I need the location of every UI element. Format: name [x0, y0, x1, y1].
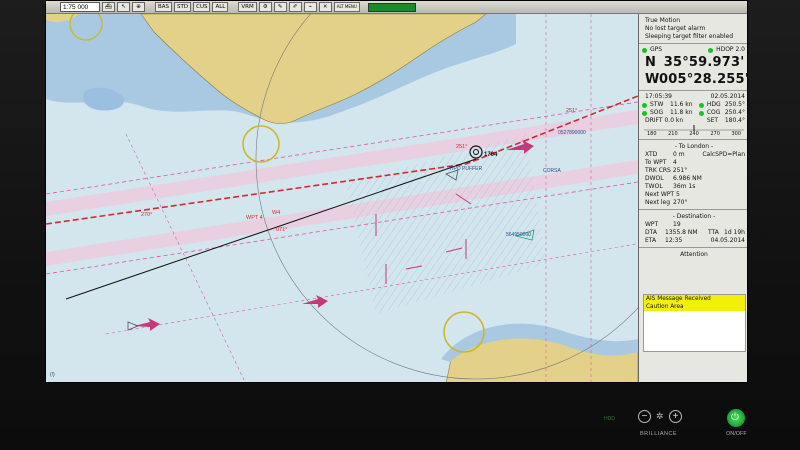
motion-mode: True Motion — [645, 17, 680, 24]
brilliance-up-button[interactable]: + — [669, 410, 682, 423]
next-leg-row: Next leg 270° — [645, 199, 688, 206]
sog-status-icon — [642, 110, 647, 116]
chart-corner-label: (!) — [50, 372, 55, 378]
ecdis-screen: 1:75 000 ⛴ ↖ ⊕ BAS STD CUS ALL VRM ⚙ ✎ ✐… — [45, 0, 748, 383]
chart-canvas[interactable]: 1704 TIPO PUFFER 0527890000 564950000 CO… — [46, 14, 638, 383]
nautical-chart[interactable]: 1704 TIPO PUFFER 0527890000 564950000 CO… — [46, 14, 638, 383]
track-course: TRK CRS 251° — [645, 167, 688, 174]
ship-icon[interactable]: ⛴ — [102, 2, 115, 12]
pencil-icon[interactable]: ✎ — [273, 2, 287, 12]
alert-item[interactable]: AIS Message Received — [644, 295, 745, 303]
alert-item[interactable]: Caution Area — [644, 303, 745, 311]
twol-row: TWOL 36m 1s — [645, 183, 696, 190]
brightness-icon: ✲ — [656, 411, 664, 421]
cog-status-icon — [698, 110, 704, 116]
course-label-4: 251° — [566, 108, 577, 114]
status-indicator-bar — [367, 2, 416, 12]
alt-menu-button[interactable]: ALT MENU — [333, 2, 360, 12]
waypoint-label: WPT 4 — [246, 215, 263, 221]
course-label-1: 251° — [456, 144, 467, 150]
hdd-indicator: HDD — [604, 416, 615, 422]
course-label-3: 071° — [276, 227, 287, 233]
xtd-row: XTD 0 m CalcSPD=Plan — [645, 151, 745, 158]
heading-compass-strip: 180 210 240 270 300 — [644, 125, 744, 137]
gps-status-icon — [642, 47, 647, 53]
power-button[interactable] — [727, 409, 745, 427]
stw-status-icon — [642, 102, 647, 108]
dwol-row: DWOL 6.986 NM — [645, 175, 702, 182]
route-title: - To London - — [674, 143, 714, 150]
target-filter-status: Sleeping target filter enabled — [645, 33, 734, 40]
course-label-2: 270° — [141, 212, 152, 218]
ship-name-label: TIPO PUFFER — [449, 166, 482, 172]
target-alarm-status: No lost target alarm — [645, 25, 706, 32]
longitude: W005°28.255' — [645, 72, 748, 87]
mmsi-label-1: 0527890000 — [558, 130, 586, 136]
hdg-status-icon — [698, 102, 704, 108]
navigation-info-panel: True Motion No lost target alarm Sleepin… — [638, 14, 748, 382]
stw-hdg-row: STW 11.6 kn HDG 250.5° — [639, 101, 747, 109]
wpt-row: WPT 19 — [645, 221, 681, 228]
chart-scale-field[interactable]: 1:75 000 — [60, 2, 100, 12]
eta-row: ETA 12:35 04.05.2014 — [645, 237, 745, 244]
cursor-icon[interactable]: ↖ — [117, 2, 130, 12]
settings-icon[interactable]: ⚙ — [258, 2, 272, 12]
display-standard-button[interactable]: STD — [174, 2, 192, 12]
brilliance-control: − ✲ + — [638, 410, 686, 430]
brilliance-label: BRILLIANCE — [640, 431, 678, 437]
attention-title: Attention — [680, 251, 708, 258]
target-id-label: 1704 — [484, 152, 498, 158]
alert-list: AIS Message Received Caution Area — [643, 294, 746, 352]
vrm-button[interactable]: VRM — [238, 2, 257, 12]
power-label: ON/OFF — [726, 431, 747, 437]
route-icon[interactable]: ⌁ — [303, 2, 317, 12]
gps-row: GPS HDOP 2.0 — [639, 46, 747, 54]
destination-title: - Destination - — [672, 213, 716, 220]
mmsi-label-2: 564950000 — [506, 232, 531, 238]
latitude: N 35°59.973' — [645, 55, 745, 70]
vessel-label-2: CORSA — [543, 168, 561, 174]
display-custom-button[interactable]: CUS — [193, 2, 211, 12]
display-all-button[interactable]: ALL — [212, 2, 229, 12]
display-base-button[interactable]: BAS — [155, 2, 173, 12]
hdop-status-icon — [708, 47, 714, 53]
to-wpt-row: To WPT 4 — [645, 159, 677, 166]
waypoint-next-label: W4 — [272, 210, 280, 216]
drift-set-row: DRIFT 0.0 kn SET 180.4° — [645, 117, 745, 124]
crosshair-icon[interactable]: ⊕ — [132, 2, 145, 12]
brush-icon[interactable]: ✐ — [288, 2, 302, 12]
time-date-row: 17:05:39 02.05.2014 — [645, 93, 745, 100]
dta-tta-row: DTA 1355.8 NM TTA 1d 19h — [645, 229, 745, 236]
brilliance-down-button[interactable]: − — [638, 410, 651, 423]
toolbar: 1:75 000 ⛴ ↖ ⊕ BAS STD CUS ALL VRM ⚙ ✎ ✐… — [46, 1, 747, 14]
cancel-icon[interactable]: ✕ — [318, 2, 332, 12]
next-wpt: Next WPT 5 — [645, 191, 680, 198]
sog-cog-row: SOG 11.8 kn COG 250.4° — [639, 109, 747, 117]
